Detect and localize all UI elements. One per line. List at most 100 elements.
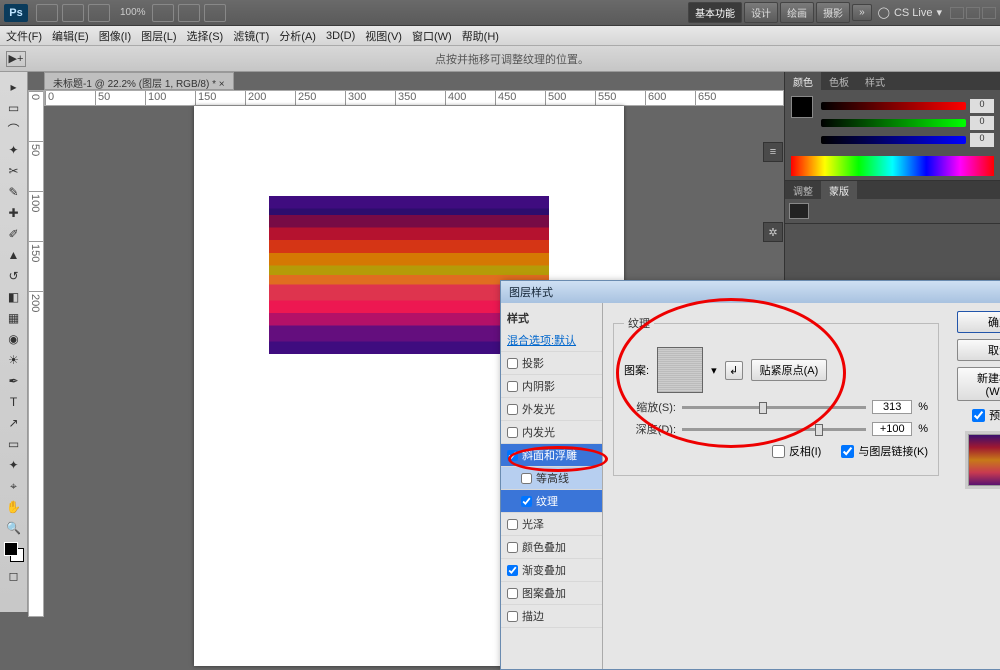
- pattern-picker[interactable]: [657, 347, 703, 393]
- style-drop-shadow[interactable]: 投影: [501, 352, 602, 375]
- ok-button[interactable]: 确定: [957, 311, 1000, 333]
- layer-style-dialog: 图层样式 × 样式 混合选项:默认 投影 内阴影 外发光 内发光 斜面和浮雕 等…: [500, 280, 1000, 670]
- eyedropper-tool-icon[interactable]: ✎: [3, 182, 25, 202]
- style-satin[interactable]: 光泽: [501, 513, 602, 536]
- quickmask-icon[interactable]: ◻: [3, 566, 25, 586]
- healing-tool-icon[interactable]: ✚: [3, 203, 25, 223]
- window-restore-icon[interactable]: [966, 7, 980, 19]
- style-outer-glow[interactable]: 外发光: [501, 398, 602, 421]
- cancel-button[interactable]: 取消: [957, 339, 1000, 361]
- b-value[interactable]: 0: [970, 133, 994, 147]
- style-inner-shadow[interactable]: 内阴影: [501, 375, 602, 398]
- zoom-dropdown[interactable]: 100%: [120, 7, 146, 18]
- depth-slider[interactable]: [682, 428, 866, 431]
- 3d-camera-icon[interactable]: ⌖: [3, 476, 25, 496]
- menu-layer[interactable]: 图层(L): [141, 28, 176, 44]
- tab-color[interactable]: 颜色: [785, 72, 821, 90]
- link-layer-checkbox[interactable]: 与图层链接(K): [841, 443, 928, 459]
- g-value[interactable]: 0: [970, 116, 994, 130]
- lasso-tool-icon[interactable]: ⌒: [3, 119, 25, 139]
- depth-input[interactable]: [872, 422, 912, 436]
- color-swatch[interactable]: [4, 542, 24, 562]
- zoom-tool-icon[interactable]: 🔍: [3, 518, 25, 538]
- style-inner-glow[interactable]: 内发光: [501, 421, 602, 444]
- history-brush-icon[interactable]: ↺: [3, 266, 25, 286]
- menu-view[interactable]: 视图(V): [365, 28, 402, 44]
- style-pattern-overlay[interactable]: 图案叠加: [501, 582, 602, 605]
- tab-swatches[interactable]: 色板: [821, 72, 857, 90]
- gradient-tool-icon[interactable]: ▦: [3, 308, 25, 328]
- preview-checkbox[interactable]: 预览(V): [957, 407, 1000, 423]
- shape-tool-icon[interactable]: ▭: [3, 434, 25, 454]
- blend-options[interactable]: 混合选项:默认: [501, 329, 602, 352]
- history-collapsed-icon[interactable]: ≡: [763, 142, 783, 162]
- new-preset-icon[interactable]: ↲: [725, 361, 743, 380]
- workspace-photography[interactable]: 摄影: [816, 2, 850, 23]
- style-color-overlay[interactable]: 颜色叠加: [501, 536, 602, 559]
- scale-slider[interactable]: [682, 406, 866, 409]
- menu-help[interactable]: 帮助(H): [462, 28, 499, 44]
- path-tool-icon[interactable]: ↗: [3, 413, 25, 433]
- mask-thumb[interactable]: [789, 203, 809, 219]
- scale-input[interactable]: [872, 400, 912, 414]
- style-gradient-overlay[interactable]: 渐变叠加: [501, 559, 602, 582]
- 3d-tool-icon[interactable]: ✦: [3, 455, 25, 475]
- view-extras-icon[interactable]: [88, 4, 110, 22]
- window-min-icon[interactable]: [950, 7, 964, 19]
- marquee-tool-icon[interactable]: ▭: [3, 98, 25, 118]
- b-slider[interactable]: [821, 136, 966, 144]
- new-style-button[interactable]: 新建样式(W)...: [957, 367, 1000, 401]
- tab-styles[interactable]: 样式: [857, 72, 893, 90]
- crop-tool-icon[interactable]: ✂: [3, 161, 25, 181]
- menu-analysis[interactable]: 分析(A): [279, 28, 316, 44]
- eraser-tool-icon[interactable]: ◧: [3, 287, 25, 307]
- g-slider[interactable]: [821, 119, 966, 127]
- stamp-tool-icon[interactable]: ▲: [3, 245, 25, 265]
- workspace-essentials[interactable]: 基本功能: [688, 2, 742, 23]
- hand-tool-icon[interactable]: [152, 4, 174, 22]
- workspace-painting[interactable]: 绘画: [780, 2, 814, 23]
- tab-adjustments[interactable]: 调整: [785, 181, 821, 199]
- style-bevel[interactable]: 斜面和浮雕: [501, 444, 602, 467]
- type-tool-icon[interactable]: T: [3, 392, 25, 412]
- menu-edit[interactable]: 编辑(E): [52, 28, 89, 44]
- arrange-docs-icon[interactable]: [178, 4, 200, 22]
- r-value[interactable]: 0: [970, 99, 994, 113]
- menu-filter[interactable]: 滤镜(T): [233, 28, 269, 44]
- ps-logo-icon: Ps: [4, 4, 28, 22]
- workspace: 未标题-1 @ 22.2% (图层 1, RGB/8) * × ▸ ▭ ⌒ ✦ …: [0, 72, 1000, 617]
- move-tool-icon[interactable]: ▸: [3, 77, 25, 97]
- char-collapsed-icon[interactable]: ✲: [763, 222, 783, 242]
- screen-mode-icon[interactable]: [204, 4, 226, 22]
- workspace-design[interactable]: 设计: [744, 2, 778, 23]
- foreground-color[interactable]: [791, 96, 813, 118]
- dialog-titlebar[interactable]: 图层样式 ×: [501, 281, 1000, 303]
- wand-tool-icon[interactable]: ✦: [3, 140, 25, 160]
- dodge-tool-icon[interactable]: ☀: [3, 350, 25, 370]
- r-slider[interactable]: [821, 102, 966, 110]
- menu-file[interactable]: 文件(F): [6, 28, 42, 44]
- menu-select[interactable]: 选择(S): [187, 28, 224, 44]
- tab-masks[interactable]: 蒙版: [821, 181, 857, 199]
- menu-window[interactable]: 窗口(W): [412, 28, 452, 44]
- cslive-button[interactable]: ◯CS Live▾: [878, 6, 942, 19]
- menu-3d[interactable]: 3D(D): [326, 30, 355, 42]
- brush-tool-icon[interactable]: ✐: [3, 224, 25, 244]
- menu-image[interactable]: 图像(I): [99, 28, 131, 44]
- window-close-icon[interactable]: [982, 7, 996, 19]
- color-spectrum[interactable]: [791, 156, 994, 176]
- color-panel: 颜色 色板 样式 0 0 0: [785, 72, 1000, 181]
- styles-header[interactable]: 样式: [501, 307, 602, 329]
- invert-checkbox[interactable]: 反相(I): [772, 443, 821, 459]
- document-tab[interactable]: 未标题-1 @ 22.2% (图层 1, RGB/8) * ×: [44, 72, 234, 90]
- move-tool-icon[interactable]: ▶+: [6, 51, 26, 67]
- hand-tool-icon[interactable]: ✋: [3, 497, 25, 517]
- style-texture[interactable]: 纹理: [501, 490, 602, 513]
- snap-origin-button[interactable]: 贴紧原点(A): [751, 359, 828, 381]
- workspace-more[interactable]: »: [852, 4, 872, 21]
- style-contour[interactable]: 等高线: [501, 467, 602, 490]
- pen-tool-icon[interactable]: ✒: [3, 371, 25, 391]
- mini-bridge-icon[interactable]: [62, 4, 84, 22]
- bridge-icon[interactable]: [36, 4, 58, 22]
- blur-tool-icon[interactable]: ◉: [3, 329, 25, 349]
